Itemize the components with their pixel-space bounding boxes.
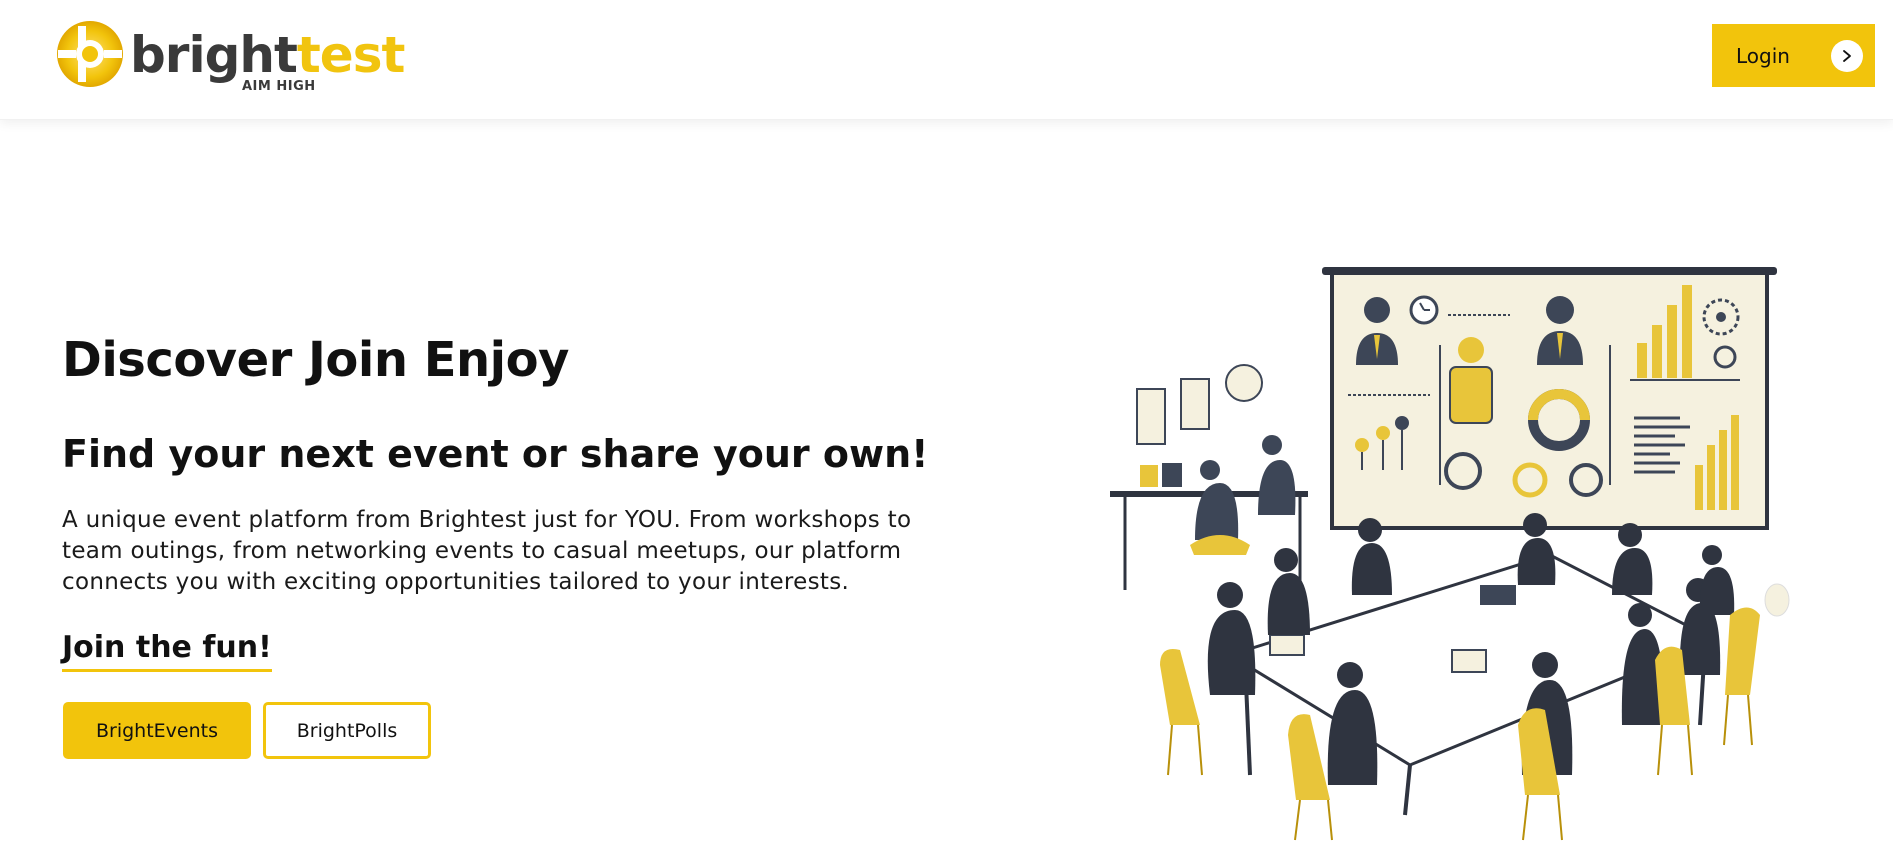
cta-heading: Join the fun! bbox=[62, 630, 272, 672]
login-button[interactable]: Login bbox=[1712, 24, 1875, 87]
brightevents-button[interactable]: BrightEvents bbox=[63, 702, 251, 759]
brand-wordmark: brighttest AIM HIGH bbox=[130, 16, 405, 96]
presentation-board bbox=[1322, 267, 1777, 530]
chevron-right-icon bbox=[1831, 39, 1863, 72]
brightest-logo-icon bbox=[57, 21, 123, 87]
brightpolls-button[interactable]: BrightPolls bbox=[263, 702, 431, 759]
page-title: Discover Join Enjoy bbox=[62, 332, 569, 388]
brand-word-dark: bright bbox=[130, 26, 298, 84]
hero-subtitle: Find your next event or share your own! bbox=[62, 432, 929, 476]
site-header: brighttest AIM HIGH Login bbox=[0, 0, 1893, 120]
brand-word-light: test bbox=[296, 26, 405, 84]
brand-tagline: AIM HIGH bbox=[242, 79, 316, 94]
brand-logo[interactable]: brighttest AIM HIGH bbox=[52, 16, 405, 96]
hero-description: A unique event platform from Brightest j… bbox=[62, 507, 912, 595]
login-button-label: Login bbox=[1736, 43, 1790, 68]
meeting-illustration bbox=[1110, 267, 1790, 841]
